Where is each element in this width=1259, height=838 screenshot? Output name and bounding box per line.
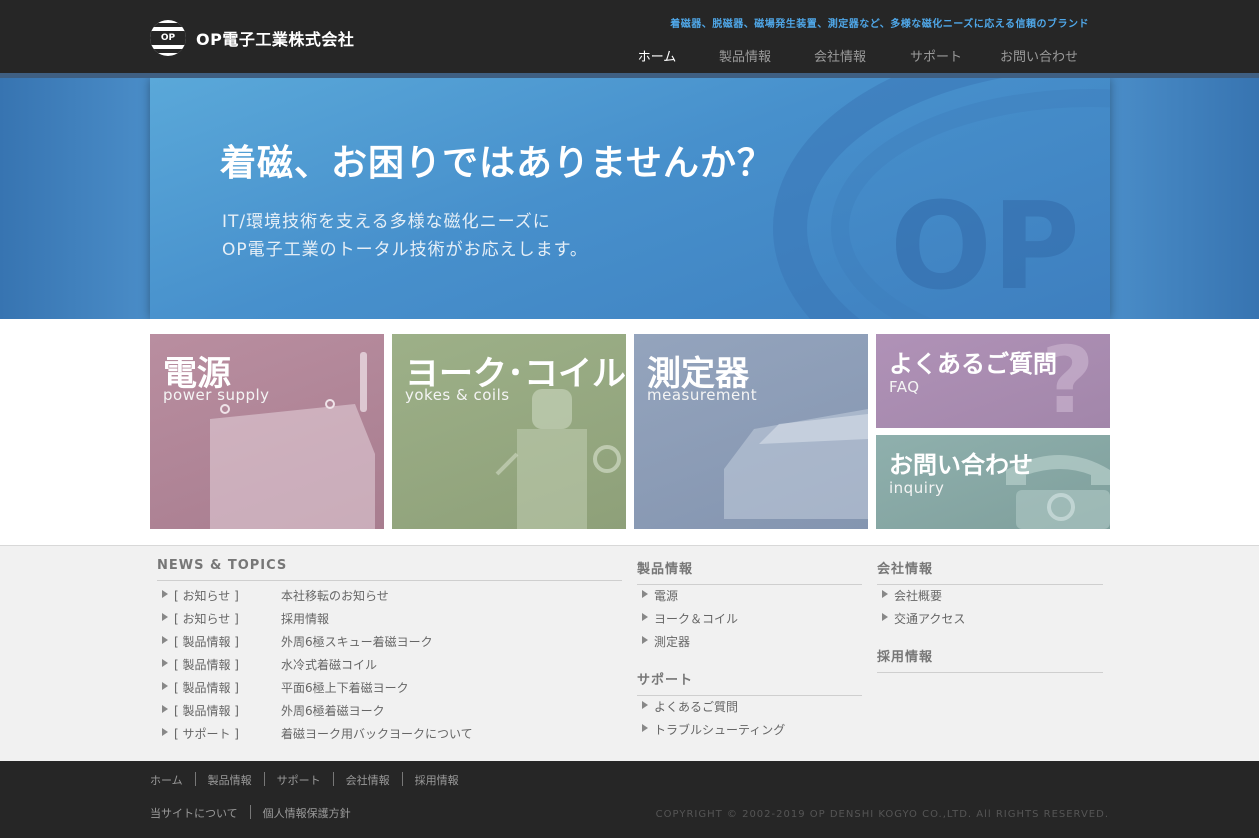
products-link-yokes[interactable]: ヨーク＆コイル (642, 610, 738, 627)
support-link-faq[interactable]: よくあるご質問 (642, 698, 738, 715)
tile-title: お問い合わせ (889, 451, 1033, 479)
hero-title: 着磁、お困りではありませんか？ (220, 143, 774, 184)
company-link-overview[interactable]: 会社概要 (882, 587, 942, 604)
news-item[interactable]: [ サポート ] 着磁ヨーク用バックヨークについて (162, 725, 473, 742)
hero-side-right (1109, 78, 1259, 319)
arrow-icon (882, 590, 888, 598)
products-link-measurement[interactable]: 測定器 (642, 633, 690, 650)
tile-measurement[interactable]: 測定器 measurement (634, 334, 868, 529)
company-name: OP電子工業株式会社 (196, 30, 355, 49)
tile-subtitle: measurement (647, 386, 758, 404)
news-item[interactable]: [ 製品情報 ] 外周6極着磁ヨーク (162, 702, 385, 719)
hero-side-left (0, 78, 150, 319)
news-item[interactable]: [ 製品情報 ] 水冷式着磁コイル (162, 656, 377, 673)
hero-banner: OP 着磁、お困りではありませんか？ IT/環境技術を支える多様な磁化ニーズに … (0, 78, 1259, 319)
footer-link-company[interactable]: 会社情報 (346, 772, 390, 788)
copyright: COPYRIGHT © 2002-2019 OP DENSHI KOGYO CO… (655, 809, 1109, 820)
tile-power-supply[interactable]: 電源 power supply (150, 334, 384, 529)
site-header: OP OP電子工業株式会社 着磁器、脱磁器、磁場発生装置、測定器など、多様な磁化… (0, 0, 1259, 78)
products-link-power[interactable]: 電源 (642, 587, 678, 604)
footer-link-recruit[interactable]: 採用情報 (415, 772, 459, 788)
footer-nav-secondary: 当サイトについて 個人情報保護方針 (150, 805, 351, 821)
tile-subtitle: inquiry (889, 479, 945, 497)
news-item[interactable]: [ お知らせ ] 採用情報 (162, 610, 329, 627)
hero-watermark-graphic: OP (773, 78, 1110, 319)
hero-watermark: OP (890, 178, 1080, 317)
footer-link-support[interactable]: サポート (277, 772, 321, 788)
tile-subtitle: yokes & coils (405, 386, 510, 404)
arrow-icon (642, 590, 648, 598)
arrow-icon (162, 590, 168, 598)
footer-link-privacy[interactable]: 個人情報保護方針 (263, 805, 351, 821)
arrow-icon (162, 613, 168, 621)
company-link-access[interactable]: 交通アクセス (882, 610, 965, 627)
arrow-icon (642, 636, 648, 644)
news-heading: NEWS & TOPICS (157, 558, 622, 581)
tile-subtitle: power supply (163, 386, 270, 404)
arrow-icon (162, 705, 168, 713)
products-heading: 製品情報 (637, 558, 862, 585)
arrow-icon (642, 724, 648, 732)
footer-link-home[interactable]: ホーム (150, 772, 183, 788)
hero-subtitle: IT/環境技術を支える多様な磁化ニーズに OP電子工業のトータル技術がお応えしま… (222, 212, 588, 260)
recruit-heading[interactable]: 採用情報 (877, 646, 1103, 673)
site-footer: ホーム 製品情報 サポート 会社情報 採用情報 当サイトについて 個人情報保護方… (0, 761, 1259, 838)
news-item[interactable]: [ 製品情報 ] 平面6極上下着磁ヨーク (162, 679, 409, 696)
arrow-icon (162, 728, 168, 736)
footer-link-about-site[interactable]: 当サイトについて (150, 805, 238, 821)
arrow-icon (642, 701, 648, 709)
content-area: NEWS & TOPICS [ お知らせ ] 本社移転のお知らせ [ お知らせ ]… (0, 545, 1259, 761)
arrow-icon (162, 636, 168, 644)
site-tagline: 着磁器、脱磁器、磁場発生装置、測定器など、多様な磁化ニーズに応える信頼のブランド (670, 19, 1089, 30)
arrow-icon (882, 613, 888, 621)
footer-link-products[interactable]: 製品情報 (208, 772, 252, 788)
support-link-troubleshooting[interactable]: トラブルシューティング (642, 721, 785, 738)
arrow-icon (162, 659, 168, 667)
hero-panel: OP 着磁、お困りではありませんか？ IT/環境技術を支える多様な磁化ニーズに … (150, 78, 1110, 319)
tile-inquiry[interactable]: お問い合わせ inquiry (876, 435, 1110, 529)
arrow-icon (162, 682, 168, 690)
company-heading: 会社情報 (877, 558, 1103, 585)
tile-subtitle: FAQ (889, 378, 920, 396)
tile-yokes-coils[interactable]: ヨーク･コイル yokes & coils (392, 334, 626, 529)
support-heading: サポート (637, 669, 862, 696)
arrow-icon (642, 613, 648, 621)
company-logo[interactable]: OP OP電子工業株式会社 (150, 20, 354, 56)
tile-title: よくあるご質問 (889, 350, 1057, 378)
footer-nav: ホーム 製品情報 サポート 会社情報 採用情報 (150, 772, 459, 788)
news-item[interactable]: [ お知らせ ] 本社移転のお知らせ (162, 587, 389, 604)
tile-faq[interactable]: ? よくあるご質問 FAQ (876, 334, 1110, 428)
logo-mark-icon: OP (150, 20, 186, 56)
news-item[interactable]: [ 製品情報 ] 外周6極スキュー着磁ヨーク (162, 633, 433, 650)
